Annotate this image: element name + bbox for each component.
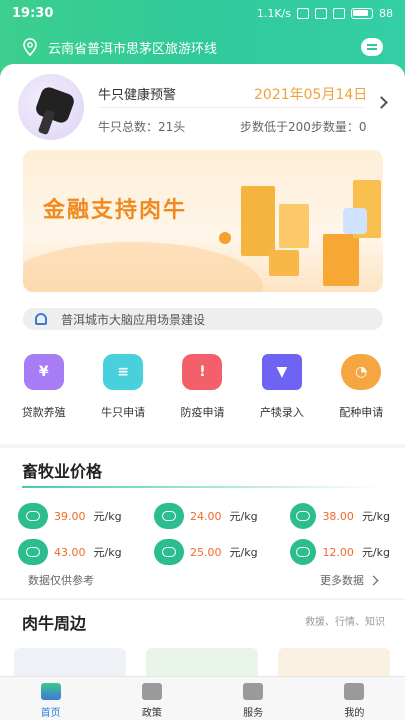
alarm-icon	[315, 7, 327, 19]
tab-label: 服务	[243, 708, 264, 719]
divider	[98, 107, 364, 108]
price-item[interactable]: 38.00 元/kg	[290, 503, 390, 529]
breeding-icon: ◔	[341, 354, 382, 390]
status-time: 19:30	[12, 5, 54, 21]
battery-icon	[351, 7, 373, 19]
price-section: 畜牧业价格 39.00 元/kg 24.00 元/kg 38.00 元/kg 4…	[0, 448, 405, 598]
price-item[interactable]: 24.00 元/kg	[154, 503, 290, 529]
beef-section: 肉牛周边 救援、行情、知识	[0, 600, 405, 682]
net-speed: 1.1K/s	[256, 6, 291, 20]
feature-label: 产犊录入	[259, 406, 304, 419]
home-icon	[40, 683, 61, 700]
pig-icon	[154, 503, 184, 529]
profile-icon	[344, 683, 365, 700]
bottom-tab-bar: 首页 政策 服务 我的	[0, 676, 405, 720]
price-unit: 元/kg	[361, 546, 390, 559]
tab-profile[interactable]: 我的	[304, 677, 405, 720]
price-value: 39.00	[54, 509, 86, 523]
main-card: 牛只健康预警 2021年05月14日 牛只总数：21头 步数低于200步数量：0…	[0, 64, 405, 444]
cattle-icon	[18, 503, 48, 529]
price-unit: 元/kg	[229, 546, 258, 559]
notice-text: 普洱城市大脑应用场景建设	[61, 312, 206, 327]
status-bar: 19:30 1.1K/s 88	[0, 0, 405, 26]
building-illustration	[323, 234, 359, 286]
feature-label: 配种申请	[339, 406, 384, 419]
feature-label: 牛只申请	[101, 406, 146, 419]
sheep-icon	[18, 539, 48, 565]
signal-icon	[333, 7, 345, 19]
building-illustration	[269, 250, 299, 276]
building-illustration	[241, 186, 275, 256]
price-row: 43.00 元/kg 25.00 元/kg 12.00 元/kg	[18, 534, 390, 570]
feature-label: 防疫申请	[180, 406, 225, 419]
price-grid: 39.00 元/kg 24.00 元/kg 38.00 元/kg 43.00 元…	[18, 498, 390, 570]
bluetooth-icon	[297, 7, 309, 19]
banner-decoration	[23, 242, 263, 292]
banner-text: 金融支持肉牛	[43, 198, 188, 223]
chicken-icon	[290, 503, 317, 529]
title-underline	[22, 486, 382, 488]
price-item[interactable]: 12.00 元/kg	[290, 539, 390, 565]
policy-icon	[141, 683, 162, 700]
location-text: 云南省普洱市思茅区旅游环线	[48, 41, 218, 57]
more-data-label: 更多数据	[320, 574, 364, 587]
loan-icon: ¥	[23, 354, 64, 390]
duck-icon	[154, 539, 184, 565]
tab-label: 政策	[141, 708, 162, 719]
building-illustration	[279, 204, 309, 248]
price-unit: 元/kg	[93, 510, 122, 523]
price-section-title: 畜牧业价格	[22, 462, 103, 481]
price-value: 25.00	[190, 545, 222, 559]
health-alert-title: 牛只健康预警	[98, 88, 177, 103]
location-pin-icon	[23, 38, 37, 56]
feature-grid: ¥ 贷款养殖 ≡ 牛只申请 ! 防疫申请 ▼ 产犊录入 ◔ 配种申请	[0, 354, 405, 426]
epidemic-icon: !	[182, 354, 223, 390]
price-value: 24.00	[190, 509, 222, 523]
feature-epidemic[interactable]: ! 防疫申请	[164, 354, 240, 426]
price-item[interactable]: 25.00 元/kg	[154, 539, 290, 565]
feature-cattle-apply[interactable]: ≡ 牛只申请	[85, 354, 161, 426]
fish-icon	[290, 539, 317, 565]
tab-label: 我的	[344, 708, 365, 719]
calving-icon: ▼	[261, 354, 302, 390]
location-bar[interactable]: 云南省普洱市思茅区旅游环线	[0, 34, 405, 60]
health-alert-card[interactable]: 牛只健康预警 2021年05月14日 牛只总数：21头 步数低于200步数量：0	[18, 74, 390, 146]
collar-device-image	[18, 74, 84, 140]
cattle-total: 牛只总数：21头	[98, 120, 186, 134]
health-alert-date: 2021年05月14日	[254, 87, 368, 103]
beef-section-title: 肉牛周边	[22, 614, 87, 633]
promo-banner[interactable]: 金融支持肉牛	[23, 150, 383, 292]
feature-breeding[interactable]: ◔ 配种申请	[323, 354, 399, 426]
price-unit: 元/kg	[361, 510, 390, 523]
price-value: 12.00	[322, 545, 354, 559]
price-unit: 元/kg	[229, 510, 258, 523]
price-value: 43.00	[54, 545, 86, 559]
beef-section-tags[interactable]: 救援、行情、知识	[305, 613, 385, 628]
chevron-right-icon[interactable]	[375, 96, 388, 109]
bell-icon	[35, 313, 47, 325]
card-illustration	[343, 208, 367, 234]
price-row: 39.00 元/kg 24.00 元/kg 38.00 元/kg	[18, 498, 390, 534]
battery-level: 88	[379, 6, 393, 20]
tab-label: 首页	[40, 708, 61, 719]
service-icon	[243, 683, 264, 700]
tab-home[interactable]: 首页	[0, 677, 101, 720]
price-note: 数据仅供参考	[28, 574, 94, 587]
tab-service[interactable]: 服务	[203, 677, 304, 720]
price-value: 38.00	[322, 509, 354, 523]
price-item[interactable]: 39.00 元/kg	[18, 503, 154, 529]
cattle-apply-icon: ≡	[103, 354, 144, 390]
feature-loan[interactable]: ¥ 贷款养殖	[6, 354, 82, 426]
chevron-right-icon	[368, 575, 379, 585]
notice-bar[interactable]: 普洱城市大脑应用场景建设	[23, 308, 383, 330]
feature-label: 贷款养殖	[21, 406, 66, 419]
price-unit: 元/kg	[93, 546, 122, 559]
feature-calving[interactable]: ▼ 产犊录入	[244, 354, 320, 426]
coin-illustration	[219, 232, 231, 244]
low-steps-count: 步数低于200步数量：0	[240, 120, 367, 134]
tab-policy[interactable]: 政策	[101, 677, 202, 720]
price-item[interactable]: 43.00 元/kg	[18, 539, 154, 565]
more-data-link[interactable]: 更多数据	[320, 572, 379, 588]
message-icon[interactable]	[361, 38, 383, 56]
